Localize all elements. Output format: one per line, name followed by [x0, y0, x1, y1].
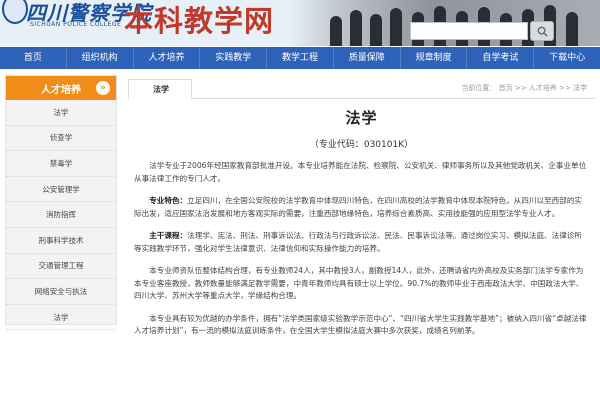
sidebar-header: 人才培养 »	[6, 76, 116, 100]
nav-item-self-study-exam[interactable]: 自学考试	[466, 47, 533, 69]
paragraph-courses: 主干课程：法理学、宪法、刑法、刑事诉讼法、行政法与行政诉讼法、民法、民事诉讼法等…	[134, 230, 589, 255]
nav-item-practical-teaching[interactable]: 实践教学	[199, 47, 266, 69]
sidebar-item-law-2[interactable]: 法学	[6, 305, 116, 331]
college-english-name: SICHUAN POLICE COLLEGE	[30, 21, 122, 28]
search-button[interactable]	[530, 21, 554, 41]
courses-text: 法理学、宪法、刑法、刑事诉讼法、行政法与行政诉讼法、民法、民事诉讼法等。通过岗位…	[134, 231, 583, 253]
sidebar-title: 人才培养	[41, 84, 81, 96]
nav-item-downloads[interactable]: 下载中心	[533, 47, 600, 69]
search-input[interactable]	[410, 22, 528, 40]
sidebar-item-cyber-security[interactable]: 网络安全与执法	[6, 279, 116, 305]
nav-item-quality-assurance[interactable]: 质量保障	[332, 47, 400, 69]
college-seal-logo	[2, 0, 28, 24]
sidebar-item-forensic-technology[interactable]: 刑事科学技术	[6, 228, 116, 254]
courses-label: 主干课程：	[149, 231, 188, 240]
major-code: （专业代码：030101K）	[309, 140, 414, 150]
paragraph-conditions: 本专业具有较为优越的办学条件，拥有“法学类国家级实验教学示范中心”、“四川省大学…	[134, 313, 587, 336]
sidebar-item-public-security-management[interactable]: 公安管理学	[6, 177, 116, 203]
content-tab-bar: 法学 当前位置： 首页 >> 人才培养 >> 法学	[128, 75, 595, 99]
sidebar-item-fire-command[interactable]: 消防指挥	[6, 202, 116, 228]
nav-item-talent-training[interactable]: 人才培养	[132, 47, 200, 69]
main-content: 法学 当前位置： 首页 >> 人才培养 >> 法学 法学 （专业代码：03010…	[128, 75, 595, 403]
features-label: 专业特色：	[149, 196, 188, 205]
tab-law[interactable]: 法学	[128, 79, 192, 99]
double-arrow-icon[interactable]: »	[96, 81, 110, 95]
nav-item-regulations[interactable]: 规章制度	[399, 47, 467, 69]
paragraph-features: 专业特色：立足四川，在全国公安院校的法学教育中体现四川特色，在四川高校的法学教育…	[134, 195, 589, 220]
search-icon	[537, 26, 548, 37]
main-nav: 首页 组织机构 人才培养 实践教学 教学工程 质量保障 规章制度 自学考试 下载…	[0, 47, 600, 69]
nav-item-teaching-projects[interactable]: 教学工程	[266, 47, 333, 69]
sidebar: 人才培养 » 法学 侦查学 禁毒学 公安管理学 消防指挥 刑事科学技术 交通管理…	[5, 75, 117, 331]
sidebar-item-traffic-management[interactable]: 交通管理工程	[6, 254, 116, 280]
page-title: 法学	[345, 109, 378, 127]
breadcrumb: 当前位置： 首页 >> 人才培养 >> 法学	[461, 84, 587, 92]
nav-item-home[interactable]: 首页	[0, 47, 66, 69]
sidebar-item-narcotics-control[interactable]: 禁毒学	[6, 151, 116, 177]
nav-item-organization[interactable]: 组织机构	[65, 47, 133, 69]
article-body: 法学专业于2006年经国家教育部批准开设。本专业培养能在法院、检察院、公安机关、…	[128, 160, 595, 338]
sidebar-item-law[interactable]: 法学	[6, 100, 116, 126]
paragraph-faculty: 本专业师资队伍整体结构合理，有专业教师24人，其中教授3人，副教授14人，此外，…	[134, 266, 584, 300]
paragraph-intro: 法学专业于2006年经国家教育部批准开设。本专业培养能在法院、检察院、公安机关、…	[134, 161, 587, 183]
features-text: 立足四川，在全国公安院校的法学教育中体现四川特色，在四川高校的法学教育中体现本院…	[134, 196, 583, 218]
site-title: 本科教学网	[124, 4, 275, 38]
sidebar-item-investigation[interactable]: 侦查学	[6, 126, 116, 152]
site-header: 四川警察学院 SICHUAN POLICE COLLEGE 本科教学网	[0, 0, 600, 46]
